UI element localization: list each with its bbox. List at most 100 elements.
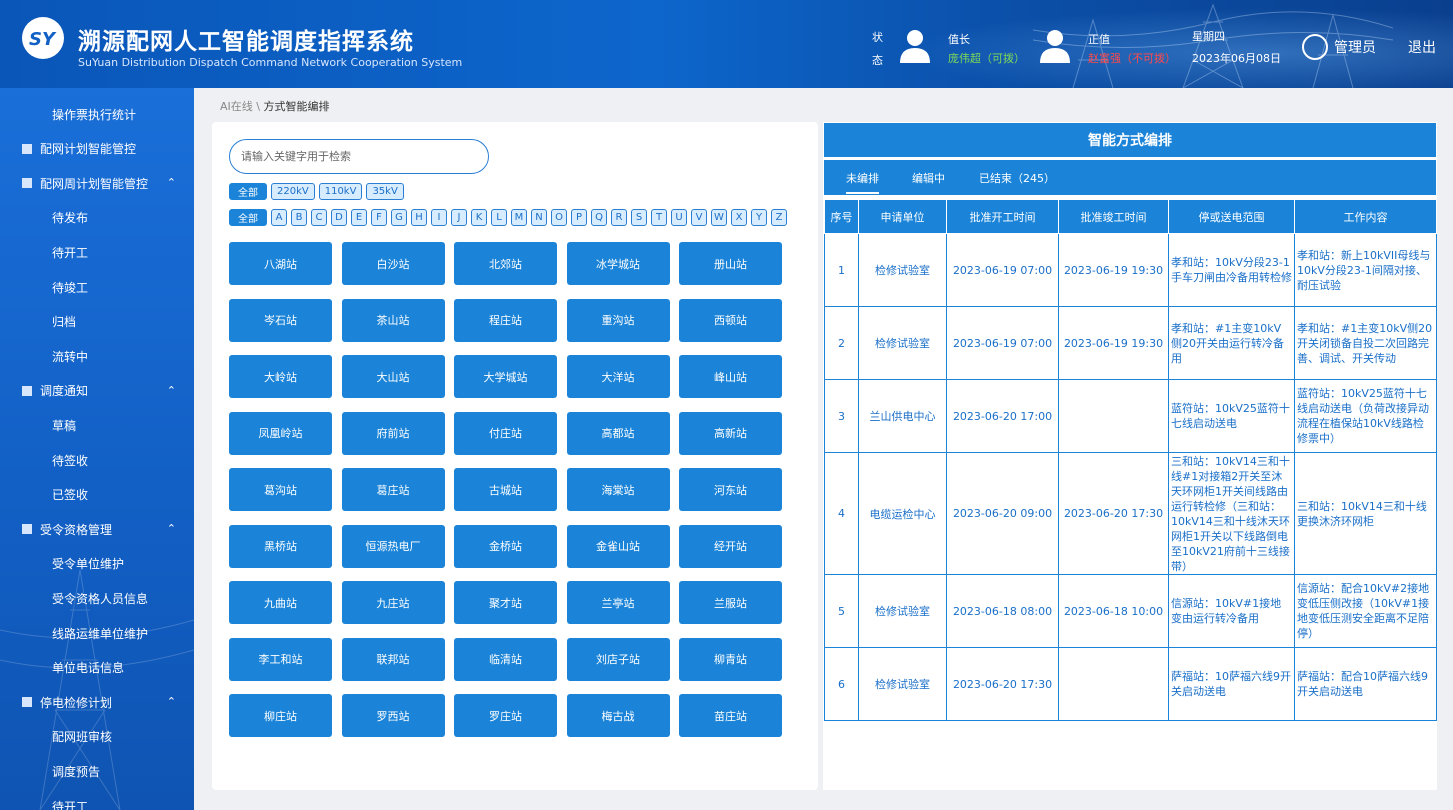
station-button[interactable]: 聚才站 (454, 581, 557, 624)
letter-filter-chip[interactable]: C (311, 209, 327, 226)
station-button[interactable]: 册山站 (679, 242, 782, 285)
sidebar-item[interactable]: 归档 (0, 305, 194, 339)
station-button[interactable]: 经开站 (679, 524, 782, 568)
station-button[interactable]: 九曲站 (229, 581, 332, 624)
letter-filter-chip[interactable]: L (491, 209, 507, 226)
letter-filter-chip[interactable]: P (571, 209, 587, 226)
station-button[interactable]: 冰学城站 (566, 242, 670, 285)
sidebar-item[interactable]: 受令资格管理 ⌃ (0, 512, 194, 546)
search-input[interactable] (229, 139, 489, 174)
station-button[interactable]: 白沙站 (341, 242, 445, 285)
station-button[interactable]: 柳青站 (679, 637, 782, 681)
tab-editing[interactable]: 编辑中 (912, 170, 945, 186)
table-row[interactable]: 3 兰山供电中心 2023-06-20 17:00 蓝符站：10kV25蓝符十七线启动… (824, 379, 1437, 453)
station-button[interactable]: 八湖站 (229, 242, 332, 285)
table-row[interactable]: 5 检修试验室 2023-06-18 08:00 2023-06-18 10:00 信源… (824, 574, 1437, 648)
station-button[interactable]: 峰山站 (679, 355, 782, 398)
letter-filter-chip[interactable]: W (711, 209, 727, 226)
station-button[interactable]: 梅古战 (566, 694, 670, 737)
station-button[interactable]: 凤凰岭站 (229, 411, 332, 455)
duty-chief-name[interactable]: 庞伟超（可拨） (948, 50, 1025, 66)
station-button[interactable]: 黑桥站 (229, 524, 332, 568)
letter-filter-chip[interactable]: Q (591, 209, 607, 226)
sidebar-item[interactable]: 受令单位维护 (0, 547, 194, 581)
station-button[interactable]: 程庄站 (454, 298, 557, 342)
voltage-filter-all[interactable]: 全部 (229, 183, 267, 200)
letter-filter-chip[interactable]: Z (771, 209, 787, 226)
letter-filter-chip[interactable]: I (431, 209, 447, 226)
station-button[interactable]: 北郊站 (454, 242, 557, 285)
tab-finished[interactable]: 已结束（245） (979, 170, 1055, 186)
letter-filter-chip[interactable]: V (691, 209, 707, 226)
letter-filter-chip[interactable]: J (451, 209, 467, 226)
letter-filter-chip[interactable]: U (671, 209, 687, 226)
station-button[interactable]: 高新站 (679, 411, 782, 455)
letter-filter-chip[interactable]: O (551, 209, 567, 226)
sidebar-item[interactable]: 操作票执行统计 (0, 97, 194, 131)
letter-filter-chip[interactable]: K (471, 209, 487, 226)
station-button[interactable]: 茶山站 (341, 298, 445, 342)
voltage-filter-chip[interactable]: 220kV (271, 183, 315, 200)
station-button[interactable]: 古城站 (454, 468, 557, 511)
station-button[interactable]: 西顿站 (679, 298, 782, 342)
letter-filter-chip[interactable]: S (631, 209, 647, 226)
letter-filter-chip[interactable]: E (351, 209, 367, 226)
sidebar-item[interactable]: 待竣工 (0, 270, 194, 304)
station-button[interactable]: 兰亭站 (566, 581, 670, 624)
letter-filter-chip[interactable]: R (611, 209, 627, 226)
station-button[interactable]: 大学城站 (454, 355, 557, 398)
station-button[interactable]: 重沟站 (566, 298, 670, 342)
sidebar-item[interactable]: 待开工 (0, 235, 194, 269)
station-button[interactable]: 刘店子站 (566, 637, 670, 681)
letter-filter-chip[interactable]: F (371, 209, 387, 226)
sidebar-item[interactable]: 单位电话信息 (0, 651, 194, 685)
station-button[interactable]: 罗西站 (341, 694, 445, 737)
duty-main-name[interactable]: 赵富强（不可拨） (1088, 50, 1176, 66)
table-row[interactable]: 2 检修试验室 2023-06-19 07:00 2023-06-19 19:30 孝和… (824, 306, 1437, 380)
sidebar-item[interactable]: 待发布 (0, 201, 194, 235)
letter-filter-chip[interactable]: M (511, 209, 527, 226)
letter-filter-chip[interactable]: Y (751, 209, 767, 226)
letter-filter-chip[interactable]: B (291, 209, 307, 226)
letter-filter-chip[interactable]: H (411, 209, 427, 226)
station-button[interactable]: 苗庄站 (679, 694, 782, 737)
voltage-filter-chip[interactable]: 110kV (318, 183, 363, 200)
sidebar-item[interactable]: 调度通知 ⌃ (0, 374, 194, 408)
station-button[interactable]: 罗庄站 (454, 694, 557, 737)
station-button[interactable]: 临清站 (454, 637, 557, 681)
logout-button[interactable]: 退出 (1408, 37, 1436, 57)
letter-filter-chip[interactable]: G (391, 209, 407, 226)
station-button[interactable]: 恒源热电厂 (341, 524, 445, 568)
station-button[interactable]: 葛沟站 (229, 468, 332, 511)
station-button[interactable]: 兰服站 (679, 581, 782, 624)
station-button[interactable]: 联邦站 (341, 637, 445, 681)
station-button[interactable]: 高都站 (566, 411, 670, 455)
table-row[interactable]: 1 检修试验室 2023-06-19 07:00 2023-06-19 19:30 孝和… (824, 233, 1437, 307)
sidebar-item[interactable]: 草稿 (0, 408, 194, 442)
station-button[interactable]: 金桥站 (454, 524, 557, 568)
letter-filter-chip[interactable]: D (331, 209, 347, 226)
table-row[interactable]: 6 检修试验室 2023-06-20 17:30 萨福站：10萨福六线9开关启动送电萨… (824, 647, 1437, 721)
station-button[interactable]: 岑石站 (229, 298, 332, 342)
sidebar-item[interactable]: 停电检修计划 ⌃ (0, 685, 194, 719)
station-button[interactable]: 葛庄站 (341, 468, 445, 511)
sidebar-item[interactable]: 调度预告 (0, 754, 194, 788)
sidebar-item[interactable]: 待签收 (0, 443, 194, 477)
letter-filter-chip[interactable]: X (731, 209, 747, 226)
sidebar-item[interactable]: 配网周计划智能管控 ⌃ (0, 166, 194, 200)
station-button[interactable]: 李工和站 (229, 637, 332, 681)
table-row[interactable]: 4 电缆运检中心 2023-06-20 09:00 2023-06-20 17:30 三… (824, 452, 1437, 575)
sidebar-item[interactable]: 线路运维单位维护 (0, 616, 194, 650)
sidebar-item[interactable]: 配网班审核 (0, 720, 194, 754)
breadcrumb-parent[interactable]: AI在线 (220, 100, 253, 113)
sidebar-item[interactable]: 受令资格人员信息 (0, 581, 194, 615)
letter-filter-chip[interactable]: A (271, 209, 287, 226)
sidebar-item[interactable]: 流转中 (0, 339, 194, 373)
station-button[interactable]: 大山站 (341, 355, 445, 398)
sidebar-item[interactable]: 已签收 (0, 478, 194, 512)
station-button[interactable]: 柳庄站 (229, 694, 332, 737)
station-button[interactable]: 府前站 (341, 411, 445, 455)
station-button[interactable]: 河东站 (679, 468, 782, 511)
tab-unarranged[interactable]: 未编排 (846, 170, 879, 194)
sidebar-item[interactable]: 配网计划智能管控 (0, 132, 194, 166)
